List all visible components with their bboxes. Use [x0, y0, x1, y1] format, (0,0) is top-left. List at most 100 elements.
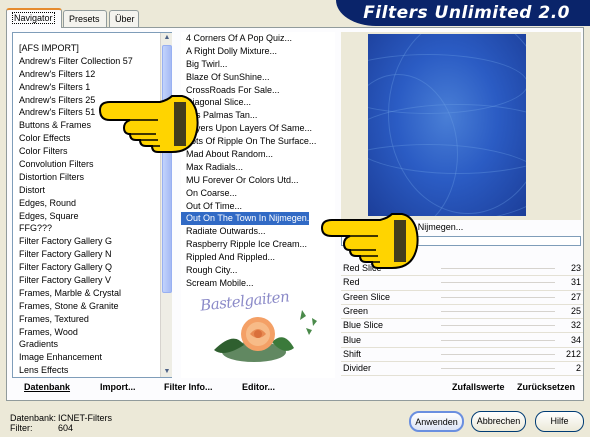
filter-item[interactable]: Radiate Outwards...: [181, 225, 335, 238]
param-slider[interactable]: [441, 325, 555, 327]
apply-button[interactable]: Anwenden: [409, 411, 464, 432]
category-item[interactable]: Frames, Textured: [13, 313, 171, 326]
category-item[interactable]: FFG???: [13, 222, 171, 235]
category-scrollbar[interactable]: ▲ ▼: [160, 33, 172, 377]
filter-item[interactable]: Max Radials...: [181, 161, 335, 174]
param-row[interactable]: Blue 34: [341, 334, 583, 348]
filter-item[interactable]: Mad About Random...: [181, 148, 335, 161]
status-db-value: ICNET-Filters: [58, 413, 112, 423]
datenbank-label: Datenbank: [24, 382, 71, 392]
category-item[interactable]: Andrew's Filter Collection 57: [13, 55, 171, 68]
param-value[interactable]: 23: [571, 263, 581, 273]
param-label: Shift: [343, 348, 362, 359]
status-filter-label: Filter:: [10, 423, 33, 433]
param-slider[interactable]: [441, 368, 555, 370]
filter-item[interactable]: A Right Dolly Mixture...: [181, 45, 335, 58]
param-slider[interactable]: [441, 296, 555, 298]
filter-item[interactable]: Layers Upon Layers Of Same...: [181, 122, 335, 135]
pointing-hand-icon: [320, 213, 419, 269]
param-slider[interactable]: [441, 353, 555, 355]
category-item[interactable]: Filter Factory Gallery V: [13, 274, 171, 287]
filter-item[interactable]: Lots Of Ripple On The Surface...: [181, 135, 335, 148]
zuruecksetzen-button[interactable]: Zurücksetzen: [517, 382, 575, 392]
parameter-grid: Red Slice 23 Red 31 Green Slice 27 Green 25 Blue…: [341, 262, 583, 378]
param-row[interactable]: Green 25: [341, 305, 583, 320]
filter-item[interactable]: 4 Corners Of A Pop Quiz...: [181, 32, 335, 45]
category-item[interactable]: [AFS IMPORT]: [13, 42, 171, 55]
tab-presets-label: Presets: [69, 14, 100, 24]
editor-label: Editor...: [242, 382, 276, 392]
category-item[interactable]: Edges, Square: [13, 210, 171, 223]
category-item[interactable]: Frames, Wood: [13, 326, 171, 339]
param-row[interactable]: Shift 212: [341, 348, 583, 363]
bastelgaiten-watermark: Bastelgaiten: [194, 287, 334, 370]
filter-item[interactable]: Rippled And Rippled...: [181, 251, 335, 264]
tab-presets[interactable]: Presets: [63, 10, 107, 28]
filter-item[interactable]: Out Of Time...: [181, 200, 335, 213]
category-item[interactable]: Gradients: [13, 338, 171, 351]
param-slider[interactable]: [441, 339, 555, 341]
filter-item[interactable]: Diagonal Slice...: [181, 96, 335, 109]
param-value[interactable]: 212: [566, 349, 581, 359]
filter-item[interactable]: Big Twirl...: [181, 58, 335, 71]
filter-item[interactable]: Scream Mobile...: [181, 277, 335, 290]
category-item[interactable]: Frames, Stone & Granite: [13, 300, 171, 313]
category-item[interactable]: Andrew's Filters 12: [13, 68, 171, 81]
zufallswerte-button[interactable]: Zufallswerte: [452, 382, 505, 392]
scroll-down-arrow-icon[interactable]: ▼: [162, 367, 172, 377]
param-slider[interactable]: [441, 310, 555, 312]
status-db-label: Datenbank:: [10, 413, 57, 423]
param-value[interactable]: 32: [571, 320, 581, 330]
status-filter-value: 604: [58, 423, 74, 433]
category-item[interactable]: Filter Factory Gallery Q: [13, 261, 171, 274]
banner-title: Filters Unlimited 2.0: [363, 3, 570, 23]
filter-item[interactable]: Blaze Of SunShine...: [181, 71, 335, 84]
editor-button[interactable]: Editor...: [242, 382, 275, 392]
category-item[interactable]: Convolution Filters: [13, 158, 171, 171]
tab-navigator-label: Navigator: [12, 12, 55, 24]
filter-item[interactable]: Rough City...: [181, 264, 335, 277]
import-button[interactable]: Import...: [100, 382, 136, 392]
category-item[interactable]: Distortion Filters: [13, 171, 171, 184]
param-value[interactable]: 27: [571, 292, 581, 302]
title-banner: Filters Unlimited 2.0: [336, 0, 590, 26]
filter-item[interactable]: CrossRoads For Sale...: [181, 84, 335, 97]
param-row[interactable]: Green Slice 27: [341, 291, 583, 305]
param-label: Blue: [343, 334, 362, 345]
param-row[interactable]: Red 31: [341, 276, 583, 291]
status-database: Datenbank: ICNET-Filters: [10, 413, 112, 423]
filter-info-button[interactable]: Filter Info...: [164, 382, 213, 392]
category-item[interactable]: Frames, Marble & Crystal: [13, 287, 171, 300]
filter-item[interactable]: On Coarse...: [181, 187, 335, 200]
filter-item[interactable]: Raspberry Ripple Ice Cream...: [181, 238, 335, 251]
param-value[interactable]: 25: [571, 306, 581, 316]
param-row[interactable]: Blue Slice 32: [341, 319, 583, 334]
category-item[interactable]: Filter Factory Gallery N: [13, 248, 171, 261]
category-item[interactable]: Edges, Round: [13, 197, 171, 210]
param-value[interactable]: 31: [571, 277, 581, 287]
category-scroll-thumb[interactable]: [162, 45, 172, 293]
param-slider[interactable]: [441, 268, 555, 269]
category-list[interactable]: [AFS IMPORT] Andrew's Filter Collection 5…: [12, 32, 172, 378]
param-value[interactable]: 2: [576, 363, 581, 373]
category-item[interactable]: Filter Factory Gallery G: [13, 235, 171, 248]
param-row[interactable]: Divider 2: [341, 362, 583, 377]
scroll-up-arrow-icon[interactable]: ▲: [162, 33, 172, 43]
tab-uber[interactable]: Über: [109, 10, 139, 28]
zuruecksetzen-label: Zurücksetzen: [517, 382, 576, 392]
datenbank-button[interactable]: Datenbank: [24, 382, 70, 392]
param-slider[interactable]: [441, 282, 555, 284]
filter-item[interactable]: Las Palmas Tan...: [181, 109, 335, 122]
cancel-button[interactable]: Abbrechen: [471, 411, 526, 432]
tab-uber-label: Über: [115, 14, 135, 24]
filter-item-selected[interactable]: Out On The Town In Nijmegen...: [181, 212, 314, 226]
category-item[interactable]: Distort: [13, 184, 171, 197]
filter-item[interactable]: MU Forever Or Colors Utd...: [181, 174, 335, 187]
help-button[interactable]: Hilfe: [535, 411, 584, 432]
param-value[interactable]: 34: [571, 335, 581, 345]
category-item[interactable]: Lens Effects: [13, 364, 171, 377]
import-label: Import...: [100, 382, 136, 392]
rose-image: [214, 310, 317, 362]
tab-navigator[interactable]: Navigator: [6, 8, 62, 28]
category-item[interactable]: Image Enhancement: [13, 351, 171, 364]
